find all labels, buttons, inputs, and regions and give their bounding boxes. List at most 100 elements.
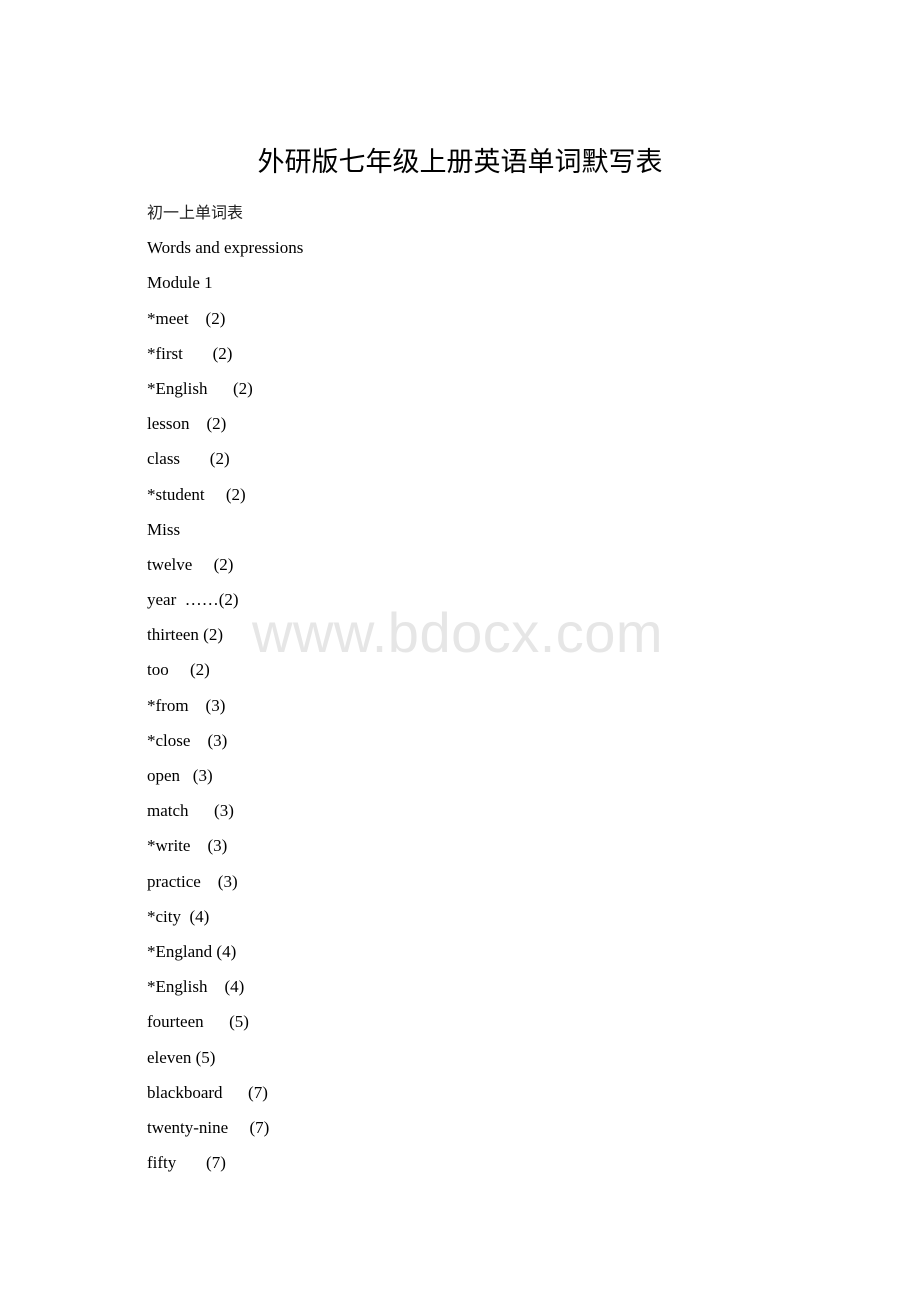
entry-word: twelve [147, 554, 193, 574]
entry-gap [169, 660, 190, 679]
word-entry: twenty-nine (7) [147, 1115, 303, 1150]
subtitle: 初一上单词表 [147, 203, 244, 222]
entry-page-ref: (2) [206, 414, 227, 434]
word-entry: *student (2) [147, 482, 303, 517]
entry-word: *from [147, 695, 189, 715]
entry-gap [192, 555, 213, 574]
entry-word: fifty [147, 1153, 177, 1173]
entry-word: fourteen [147, 1012, 204, 1032]
word-entry: too (2) [147, 657, 303, 692]
entry-gap [228, 1118, 249, 1137]
entry-gap [207, 379, 233, 398]
entry-word: year [147, 590, 177, 610]
word-entry: class (2) [147, 446, 303, 481]
word-entry: *write (3) [147, 833, 303, 868]
entry-gap [207, 977, 224, 996]
entry-page-ref: (4) [189, 906, 210, 926]
word-entry: fifty (7) [147, 1150, 303, 1185]
word-entry: match (3) [147, 798, 303, 833]
document-page: 外研版七年级上册英语单词默写表 初一上单词表 Words and express… [0, 0, 920, 1302]
word-entry: open (3) [147, 763, 303, 798]
entry-word: lesson [147, 414, 190, 434]
entry-word: *England [147, 941, 213, 961]
entry-gap [190, 836, 207, 855]
entry-word: *city [147, 906, 181, 926]
entry-word: *English [147, 378, 208, 398]
entry-page-ref: (2) [213, 554, 234, 574]
entry-page-ref: (2) [203, 625, 223, 645]
entry-gap [223, 1083, 249, 1102]
entry-gap [190, 414, 207, 433]
watermark: www.bdocx.com [252, 601, 664, 664]
word-entry: *English (4) [147, 974, 303, 1009]
entry-gap [180, 766, 193, 785]
entry-page-ref: (5) [229, 1012, 249, 1032]
word-entry: *first (2) [147, 341, 303, 376]
entry-gap [204, 1012, 230, 1031]
word-entry: year ……(2) [147, 587, 303, 622]
entry-gap [205, 485, 226, 504]
entry-word: Miss [147, 519, 181, 539]
entry-word: *close [147, 730, 191, 750]
document-title: 外研版七年级上册英语单词默写表 [257, 147, 663, 178]
entry-page-ref: (3) [217, 871, 238, 891]
entry-word: *meet [147, 308, 189, 328]
entry-word: *write [147, 836, 191, 856]
entry-page-ref: (2) [212, 343, 233, 363]
word-entry: *English (2) [147, 376, 303, 411]
entry-page-ref: (7) [249, 1117, 270, 1137]
entry-page-ref: (5) [195, 1047, 216, 1067]
entry-gap [189, 801, 215, 820]
entry-word: thirteen [147, 625, 199, 645]
word-entry: *from (3) [147, 693, 303, 728]
entry-page-ref: (3) [192, 766, 213, 785]
entry-word: twenty-nine [147, 1117, 229, 1137]
entry-word: blackboard [147, 1082, 223, 1102]
word-entry: lesson (2) [147, 411, 303, 446]
entry-page-ref: (2) [232, 378, 253, 398]
entry-page-ref: (2) [209, 449, 230, 469]
word-entry: Miss [147, 517, 303, 552]
entry-word: open [147, 766, 181, 785]
entry-word: practice [147, 871, 201, 891]
entry-word: eleven [147, 1047, 192, 1067]
entry-page-ref: (3) [207, 730, 228, 750]
word-entry: *meet (2) [147, 306, 303, 341]
word-list: 初一上单词表 Words and expressions Module 1 *m… [147, 200, 303, 1185]
entry-page-ref: (2) [205, 308, 226, 328]
entry-word: too [147, 660, 169, 680]
entry-gap [181, 907, 190, 926]
word-entry: practice (3) [147, 869, 303, 904]
entry-page-ref: (7) [206, 1153, 226, 1173]
entries: *meet (2) *first (2) *English (2) lesson (2… [147, 306, 303, 1186]
section-heading: Words and expressions [147, 238, 304, 258]
entry-word: match [147, 801, 189, 821]
word-entry: *city (4) [147, 904, 303, 939]
entry-gap [176, 1153, 206, 1172]
entry-word: *first [147, 343, 183, 363]
word-entry: *England (4) [147, 939, 303, 974]
entry-gap [183, 344, 213, 363]
entry-gap [189, 309, 206, 328]
word-entry: fourteen (5) [147, 1009, 303, 1044]
word-entry: *close (3) [147, 728, 303, 763]
entry-page-ref: (2) [225, 484, 246, 504]
entry-page-ref: ……(2) [184, 590, 239, 610]
entry-gap [190, 731, 207, 750]
entry-page-ref: (3) [207, 836, 228, 856]
entry-word: class [147, 449, 181, 469]
module-heading: Module 1 [147, 273, 213, 293]
entry-page-ref: (4) [224, 977, 245, 997]
entry-page-ref: (2) [189, 660, 210, 680]
entry-page-ref: (3) [214, 801, 234, 821]
entry-page-ref: (4) [216, 941, 237, 961]
word-entry: thirteen (2) [147, 622, 303, 657]
word-entry: eleven (5) [147, 1045, 303, 1080]
entry-word: *student [147, 484, 205, 504]
entry-page-ref: (7) [248, 1082, 268, 1102]
word-entry: blackboard (7) [147, 1080, 303, 1115]
entry-gap [180, 449, 210, 468]
entry-word: *English [147, 977, 208, 997]
word-entry: twelve (2) [147, 552, 303, 587]
entry-page-ref: (3) [205, 695, 226, 715]
